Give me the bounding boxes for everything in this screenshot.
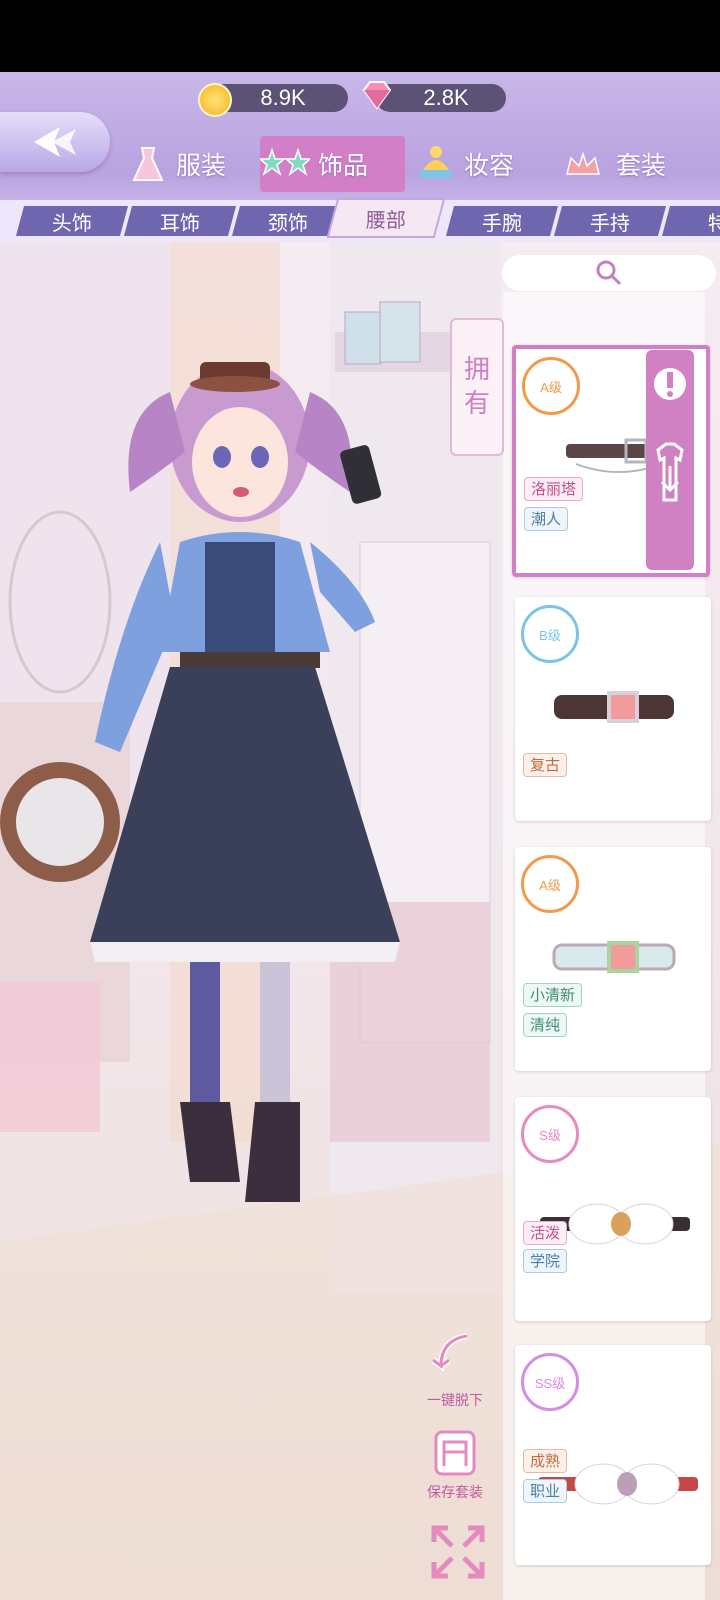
expand-arrows-icon — [431, 1525, 485, 1579]
hanger-icon — [434, 1430, 476, 1476]
item-card[interactable]: A级 小清新 清纯 — [515, 847, 711, 1071]
style-tag: 活泼 — [523, 1221, 568, 1245]
diamond-icon — [362, 81, 392, 110]
subtab-head[interactable]: 头饰 — [15, 206, 129, 236]
style-tag: 清纯 — [523, 1013, 568, 1037]
gold-amount: 8.9K — [260, 85, 306, 110]
item-card[interactable]: S级 活泼 学院 — [515, 1097, 711, 1321]
status-bar — [0, 0, 720, 72]
subtab-waist[interactable]: 腰部 — [326, 198, 446, 238]
save-outfit-button[interactable]: 保存套装 — [420, 1428, 490, 1502]
search-button[interactable] — [502, 255, 716, 291]
stars-glasses-icon — [260, 147, 310, 177]
fullscreen-button[interactable] — [428, 1522, 488, 1586]
style-tag: 学院 — [523, 1249, 568, 1273]
gold-coin-icon — [198, 83, 232, 117]
item-card[interactable]: B级 复古 — [515, 597, 711, 821]
item-action-bar — [646, 350, 694, 570]
diamond-counter[interactable]: 2.8K — [362, 81, 506, 112]
tab-clothing[interactable]: 服装 — [128, 136, 226, 192]
style-tag: 成熟 — [523, 1449, 568, 1473]
subtab-wrist[interactable]: 手腕 — [445, 206, 559, 236]
save-outfit-label: 保存套装 — [427, 1485, 483, 1501]
search-icon — [596, 260, 622, 286]
subcategory-tabs: 头饰 耳饰 颈饰 腰部 手腕 手持 特 — [0, 198, 720, 242]
undress-arrow-icon — [431, 1333, 468, 1372]
style-tag: 职业 — [523, 1479, 568, 1503]
subtab-handheld[interactable]: 手持 — [553, 206, 667, 236]
tab-accessories[interactable]: 饰品 — [260, 136, 405, 192]
diamond-amount: 2.8K — [423, 85, 469, 110]
subtab-special[interactable]: 特 — [661, 206, 720, 236]
tab-makeup[interactable]: 妆容 — [416, 136, 514, 192]
grade-badge: A级 — [522, 357, 580, 415]
back-arrow-icon — [34, 127, 76, 157]
style-tag: 小清新 — [523, 983, 583, 1007]
tab-outfit-sets[interactable]: 套装 — [558, 136, 666, 192]
back-button[interactable] — [0, 112, 110, 172]
tab-clothing-label: 服装 — [176, 151, 227, 180]
undress-all-button[interactable]: 一键脱下 — [420, 1330, 490, 1410]
character-avatar — [0, 362, 400, 1202]
info-icon[interactable] — [650, 356, 690, 436]
tab-accessories-label: 饰品 — [318, 151, 369, 180]
wear-item-icon[interactable] — [650, 440, 690, 510]
item-card[interactable]: SS级 成熟 职业 — [515, 1345, 711, 1565]
tab-outfit-sets-label: 套装 — [616, 151, 667, 180]
style-tag: 洛丽塔 — [524, 477, 584, 501]
subtab-ear[interactable]: 耳饰 — [123, 206, 237, 236]
grade-badge: A级 — [521, 855, 579, 913]
grade-badge: S级 — [521, 1105, 579, 1163]
grade-badge: SS级 — [521, 1353, 579, 1411]
beanie-hat-icon — [420, 146, 452, 178]
crown-icon — [566, 151, 600, 175]
style-tag: 潮人 — [524, 507, 569, 531]
grade-badge: B级 — [521, 605, 579, 663]
dress-icon — [132, 147, 164, 181]
style-tag: 复古 — [523, 753, 568, 777]
undress-all-label: 一键脱下 — [427, 1393, 483, 1409]
belt-image — [554, 691, 674, 723]
tab-makeup-label: 妆容 — [464, 151, 515, 180]
owned-filter-button[interactable]: 拥 有 — [450, 318, 504, 456]
gold-counter[interactable]: 8.9K — [198, 83, 348, 117]
